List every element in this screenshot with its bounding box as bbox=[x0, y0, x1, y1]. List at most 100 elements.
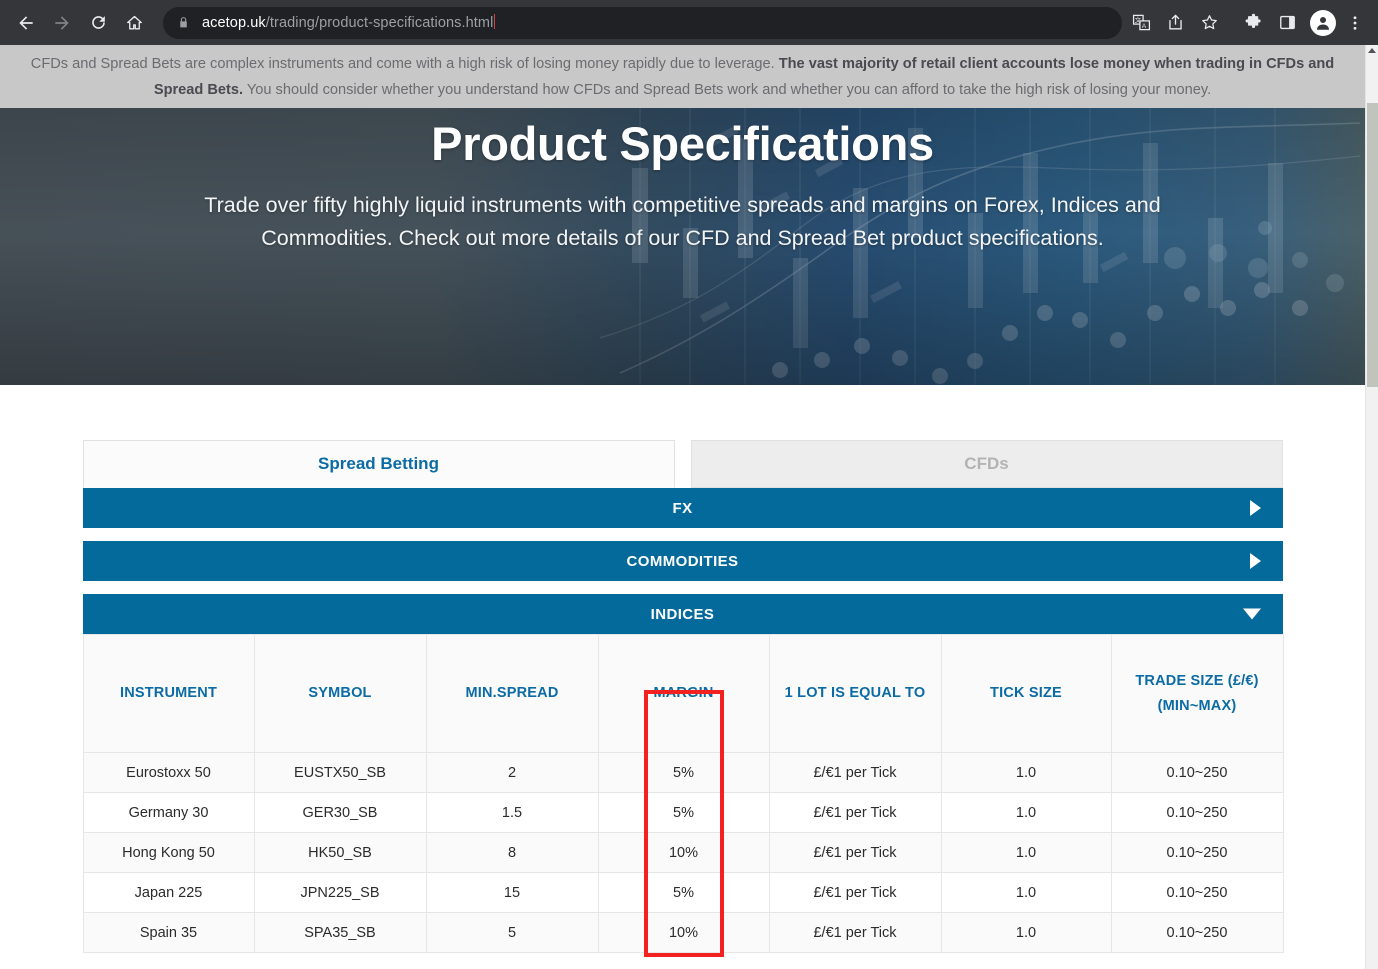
arrow-left-icon bbox=[19, 15, 33, 30]
hero-banner: Product Specifications Trade over fifty … bbox=[0, 108, 1365, 385]
share-icon[interactable] bbox=[1160, 8, 1190, 38]
bookmark-star-icon[interactable] bbox=[1194, 8, 1224, 38]
svg-text:文: 文 bbox=[1134, 15, 1141, 24]
three-dot-menu-icon[interactable] bbox=[1340, 8, 1370, 38]
accordion-header-indices[interactable]: INDICES bbox=[82, 594, 1283, 634]
cell-one-lot: £/€1 per Tick bbox=[768, 752, 942, 793]
cell-min-spread: 15 bbox=[425, 872, 599, 913]
hero-subtitle: Trade over fifty highly liquid instrumen… bbox=[204, 193, 1161, 250]
url-host: acetop.uk bbox=[202, 15, 266, 31]
table-row: Spain 35 SPA35_SB 5 10% £/€1 per Tick 1.0 0.10… bbox=[82, 912, 1284, 953]
side-panel-icon[interactable] bbox=[1272, 8, 1302, 38]
page-scrollbar[interactable] bbox=[1365, 45, 1378, 969]
profile-avatar-icon[interactable] bbox=[1310, 9, 1336, 36]
cell-instrument: Japan 225 bbox=[82, 872, 255, 913]
arrow-right-icon bbox=[55, 15, 69, 30]
scrollbar-thumb[interactable] bbox=[1367, 103, 1378, 387]
page-title: Product Specifications bbox=[431, 117, 934, 170]
table-header-row: INSTRUMENT SYMBOL MIN.SPREAD MARGIN 1 LO… bbox=[82, 634, 1284, 753]
cell-min-spread: 8 bbox=[425, 832, 599, 873]
reload-icon bbox=[91, 16, 105, 29]
column-header-tick-size[interactable]: TICK SIZE bbox=[940, 634, 1112, 753]
tab-spread-betting-label: Spread Betting bbox=[318, 454, 439, 473]
column-header-margin[interactable]: MARGIN bbox=[597, 634, 770, 753]
cell-margin: 5% bbox=[597, 752, 770, 793]
url-path: /trading/product-specifications.html bbox=[265, 15, 494, 31]
table-row: Eurostoxx 50 EUSTX50_SB 2 5% £/€1 per Tick 1.… bbox=[82, 752, 1284, 793]
main-content: Spread Betting CFDs FX COMMODITIES INDIC… bbox=[0, 385, 1365, 953]
cell-trade-size: 0.10~250 bbox=[1110, 832, 1284, 873]
chevron-down-icon bbox=[1242, 608, 1261, 620]
scroll-up-arrow-icon[interactable] bbox=[1368, 48, 1376, 53]
cell-margin: 5% bbox=[597, 872, 770, 913]
browser-toolbar: acetop.uk/trading/product-specifications… bbox=[0, 0, 1378, 45]
text-caret bbox=[494, 14, 496, 29]
accordion-header-fx[interactable]: FX bbox=[82, 488, 1283, 528]
hero-content: Product Specifications Trade over fifty … bbox=[0, 108, 1365, 255]
forward-button[interactable] bbox=[45, 6, 79, 40]
cell-min-spread: 1.5 bbox=[425, 792, 599, 833]
column-header-instrument[interactable]: INSTRUMENT bbox=[82, 634, 255, 753]
cell-symbol: JPN225_SB bbox=[253, 872, 427, 913]
tab-spread-betting[interactable]: Spread Betting bbox=[82, 440, 675, 488]
column-header-trade-size-line1: TRADE SIZE (£/€) bbox=[1135, 672, 1259, 689]
table-row: Hong Kong 50 HK50_SB 8 10% £/€1 per Tick 1.0 0… bbox=[82, 832, 1284, 873]
address-bar[interactable]: acetop.uk/trading/product-specifications… bbox=[163, 6, 1122, 39]
accordion-label-indices: INDICES bbox=[650, 605, 715, 623]
cell-instrument: Hong Kong 50 bbox=[82, 832, 255, 873]
cell-instrument: Spain 35 bbox=[82, 912, 255, 953]
risk-warning-part2: You should consider whether you understa… bbox=[243, 82, 1212, 98]
back-button[interactable] bbox=[9, 6, 43, 40]
cell-trade-size: 0.10~250 bbox=[1110, 912, 1284, 953]
cell-tick-size: 1.0 bbox=[940, 832, 1112, 873]
risk-warning-banner: CFDs and Spread Bets are complex instrum… bbox=[0, 45, 1365, 108]
page-viewport: CFDs and Spread Bets are complex instrum… bbox=[0, 45, 1365, 969]
tab-cfds[interactable]: CFDs bbox=[690, 440, 1283, 488]
table-row: Germany 30 GER30_SB 1.5 5% £/€1 per Tick 1.0 0… bbox=[82, 792, 1284, 833]
tab-cfds-label: CFDs bbox=[964, 454, 1009, 473]
cell-symbol: EUSTX50_SB bbox=[253, 752, 427, 793]
cell-symbol: GER30_SB bbox=[253, 792, 427, 833]
accordion-header-commodities[interactable]: COMMODITIES bbox=[82, 541, 1283, 581]
cell-instrument: Eurostoxx 50 bbox=[82, 752, 255, 793]
cell-tick-size: 1.0 bbox=[940, 912, 1112, 953]
cell-min-spread: 2 bbox=[425, 752, 599, 793]
url-text: acetop.uk/trading/product-specifications… bbox=[202, 14, 496, 31]
cell-tick-size: 1.0 bbox=[940, 752, 1112, 793]
cell-min-spread: 5 bbox=[425, 912, 599, 953]
extensions-puzzle-icon[interactable] bbox=[1238, 8, 1268, 38]
product-type-tabs: Spread Betting CFDs bbox=[82, 440, 1283, 488]
cell-margin: 10% bbox=[597, 912, 770, 953]
cell-tick-size: 1.0 bbox=[940, 792, 1112, 833]
column-header-trade-size-line2: (MIN~MAX) bbox=[1157, 697, 1237, 714]
column-header-trade-size[interactable]: TRADE SIZE (£/€) (MIN~MAX) bbox=[1110, 634, 1284, 753]
column-header-symbol[interactable]: SYMBOL bbox=[253, 634, 427, 753]
risk-warning-part1: CFDs and Spread Bets are complex instrum… bbox=[30, 56, 779, 72]
translate-icon[interactable]: 文 A bbox=[1126, 8, 1156, 38]
column-header-one-lot[interactable]: 1 LOT IS EQUAL TO bbox=[768, 634, 942, 753]
accordion-label-fx: FX bbox=[672, 499, 693, 517]
reload-button[interactable] bbox=[81, 6, 115, 40]
content-container: Spread Betting CFDs FX COMMODITIES INDIC… bbox=[82, 385, 1284, 953]
cell-tick-size: 1.0 bbox=[940, 872, 1112, 913]
table-body: Eurostoxx 50 EUSTX50_SB 2 5% £/€1 per Tick 1.… bbox=[82, 752, 1284, 953]
cell-trade-size: 0.10~250 bbox=[1110, 792, 1284, 833]
cell-one-lot: £/€1 per Tick bbox=[768, 872, 942, 913]
cell-one-lot: £/€1 per Tick bbox=[768, 912, 942, 953]
cell-trade-size: 0.10~250 bbox=[1110, 752, 1284, 793]
cell-trade-size: 0.10~250 bbox=[1110, 872, 1284, 913]
accordion-label-commodities: COMMODITIES bbox=[626, 552, 739, 570]
lock-icon[interactable] bbox=[177, 15, 190, 30]
home-button[interactable] bbox=[117, 6, 151, 40]
column-header-min-spread[interactable]: MIN.SPREAD bbox=[425, 634, 599, 753]
chrome-action-icons: 文 A bbox=[1122, 8, 1378, 38]
cell-one-lot: £/€1 per Tick bbox=[768, 832, 942, 873]
cell-symbol: HK50_SB bbox=[253, 832, 427, 873]
chevron-right-icon bbox=[1249, 500, 1261, 516]
table-row: Japan 225 JPN225_SB 15 5% £/€1 per Tick 1.0 0.… bbox=[82, 872, 1284, 913]
chevron-right-icon bbox=[1249, 553, 1261, 569]
cell-instrument: Germany 30 bbox=[82, 792, 255, 833]
home-icon bbox=[126, 15, 142, 30]
cell-symbol: SPA35_SB bbox=[253, 912, 427, 953]
product-specifications-table: INSTRUMENT SYMBOL MIN.SPREAD MARGIN 1 LO… bbox=[82, 634, 1284, 953]
